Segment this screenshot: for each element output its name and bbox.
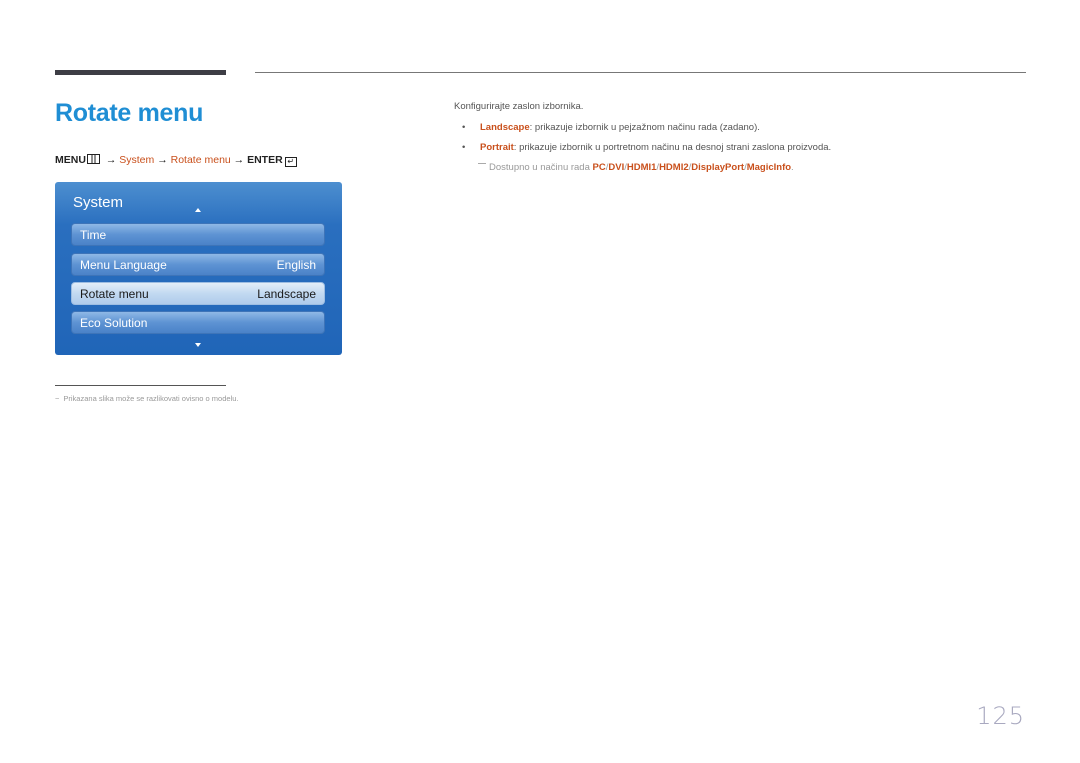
path-arrow: →: [233, 154, 245, 166]
scroll-up-icon: [195, 208, 201, 212]
osd-item-label: Eco Solution: [80, 316, 148, 330]
page-number: 125: [976, 702, 1025, 730]
footnote-rule: [55, 385, 226, 386]
bullet-keyword: Landscape: [480, 122, 530, 133]
path-enter: ENTER: [247, 154, 283, 166]
osd-item-value: Landscape: [257, 287, 316, 301]
path-arrow: →: [157, 154, 168, 166]
note-prefix: Dostupno u načinu rada: [489, 162, 593, 173]
osd-item-label: Rotate menu: [80, 287, 149, 301]
osd-item-menu-language[interactable]: Menu Language English: [71, 253, 325, 276]
bullet-dot: •: [462, 142, 466, 153]
bullet-dot: •: [462, 122, 466, 133]
osd-item-label: Menu Language: [80, 258, 167, 272]
note-mode: HDMI2: [659, 162, 689, 173]
menu-icon: [86, 154, 100, 164]
osd-item-eco-solution[interactable]: Eco Solution: [71, 311, 325, 334]
osd-menu-panel: System Time Menu Language English Rotate…: [55, 182, 342, 355]
bullet-text: : prikazuje izbornik u pejzažnom načinu …: [529, 122, 760, 133]
path-rotate-menu: Rotate menu: [170, 154, 231, 166]
note-mode: MagicInfo: [746, 162, 792, 173]
bullet-text: : prikazuje izbornik u portretnom načinu…: [513, 142, 832, 153]
note-mode: DVI: [608, 162, 625, 173]
scroll-down-icon: [195, 343, 201, 347]
page-title: Rotate menu: [55, 99, 204, 127]
note-mode: DisplayPort: [691, 162, 745, 173]
osd-item-value: English: [276, 258, 316, 272]
osd-item-time[interactable]: Time: [71, 223, 325, 246]
path-arrow: →: [105, 154, 117, 166]
footnote: − Prikazana slika može se razlikovati ovi…: [55, 394, 238, 403]
header-rule-thin: [255, 72, 1026, 73]
enter-icon: ↵: [284, 157, 297, 167]
osd-item-rotate-menu[interactable]: Rotate menu Landscape: [71, 282, 325, 305]
note-icon: [478, 163, 486, 164]
description-intro: Konfigurirajte zaslon izbornika.: [454, 101, 584, 112]
note-mode: HDMI1: [626, 162, 657, 173]
note-mode: PC: [592, 162, 606, 173]
menu-path: MENU → System → Rotate menu → ENTER ↵: [55, 154, 297, 167]
path-menu: MENU: [55, 154, 86, 166]
footnote-dash: −: [55, 394, 60, 403]
header-rule-thick: [55, 70, 226, 75]
footnote-text: Prikazana slika može se razlikovati ovis…: [63, 394, 239, 403]
note-suffix: .: [791, 162, 794, 173]
bullet-keyword: Portrait: [480, 142, 514, 153]
availability-note: Dostupno u načinu rada PC/DVI/HDMI1/HDMI…: [478, 162, 794, 173]
osd-title: System: [73, 194, 124, 211]
path-system: System: [119, 154, 155, 166]
osd-item-label: Time: [80, 228, 107, 242]
